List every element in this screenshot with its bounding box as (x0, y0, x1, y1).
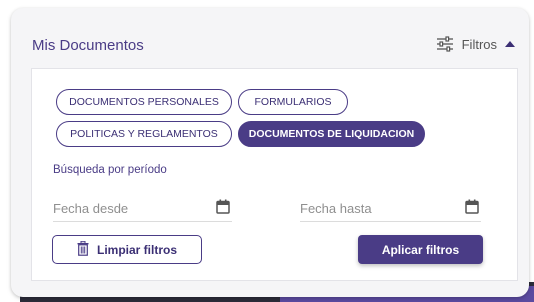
filters-panel: DOCUMENTOS PERSONALES FORMULARIOS POLITI… (31, 68, 518, 281)
tune-icon (436, 36, 454, 52)
period-search-label: Búsqueda por período (53, 164, 167, 176)
documents-card: Mis Documentos Filtros DOCUMENTOS PERSON… (11, 8, 529, 297)
date-to-placeholder: Fecha hasta (300, 201, 372, 216)
filters-label: Filtros (461, 36, 497, 52)
clear-filters-button[interactable]: Limpiar filtros (52, 235, 202, 264)
caret-up-icon (505, 40, 515, 48)
trash-icon (77, 240, 89, 259)
card-title: Mis Documentos (32, 37, 144, 54)
date-to-field[interactable]: Fecha hasta (300, 196, 481, 222)
apply-filters-button[interactable]: Aplicar filtros (358, 235, 483, 264)
chip-documentos-de-liquidacion[interactable]: DOCUMENTOS DE LIQUIDACION (238, 121, 425, 147)
chip-documentos-personales[interactable]: DOCUMENTOS PERSONALES (56, 89, 232, 115)
calendar-icon[interactable] (465, 199, 479, 219)
chip-formularios[interactable]: FORMULARIOS (238, 89, 348, 115)
filters-toggle[interactable]: Filtros (436, 36, 515, 52)
chip-politicas-y-reglamentos[interactable]: POLITICAS Y REGLAMENTOS (56, 121, 232, 147)
date-from-placeholder: Fecha desde (53, 201, 129, 216)
calendar-icon[interactable] (216, 199, 230, 219)
date-from-field[interactable]: Fecha desde (53, 196, 232, 222)
clear-filters-label: Limpiar filtros (96, 242, 177, 257)
